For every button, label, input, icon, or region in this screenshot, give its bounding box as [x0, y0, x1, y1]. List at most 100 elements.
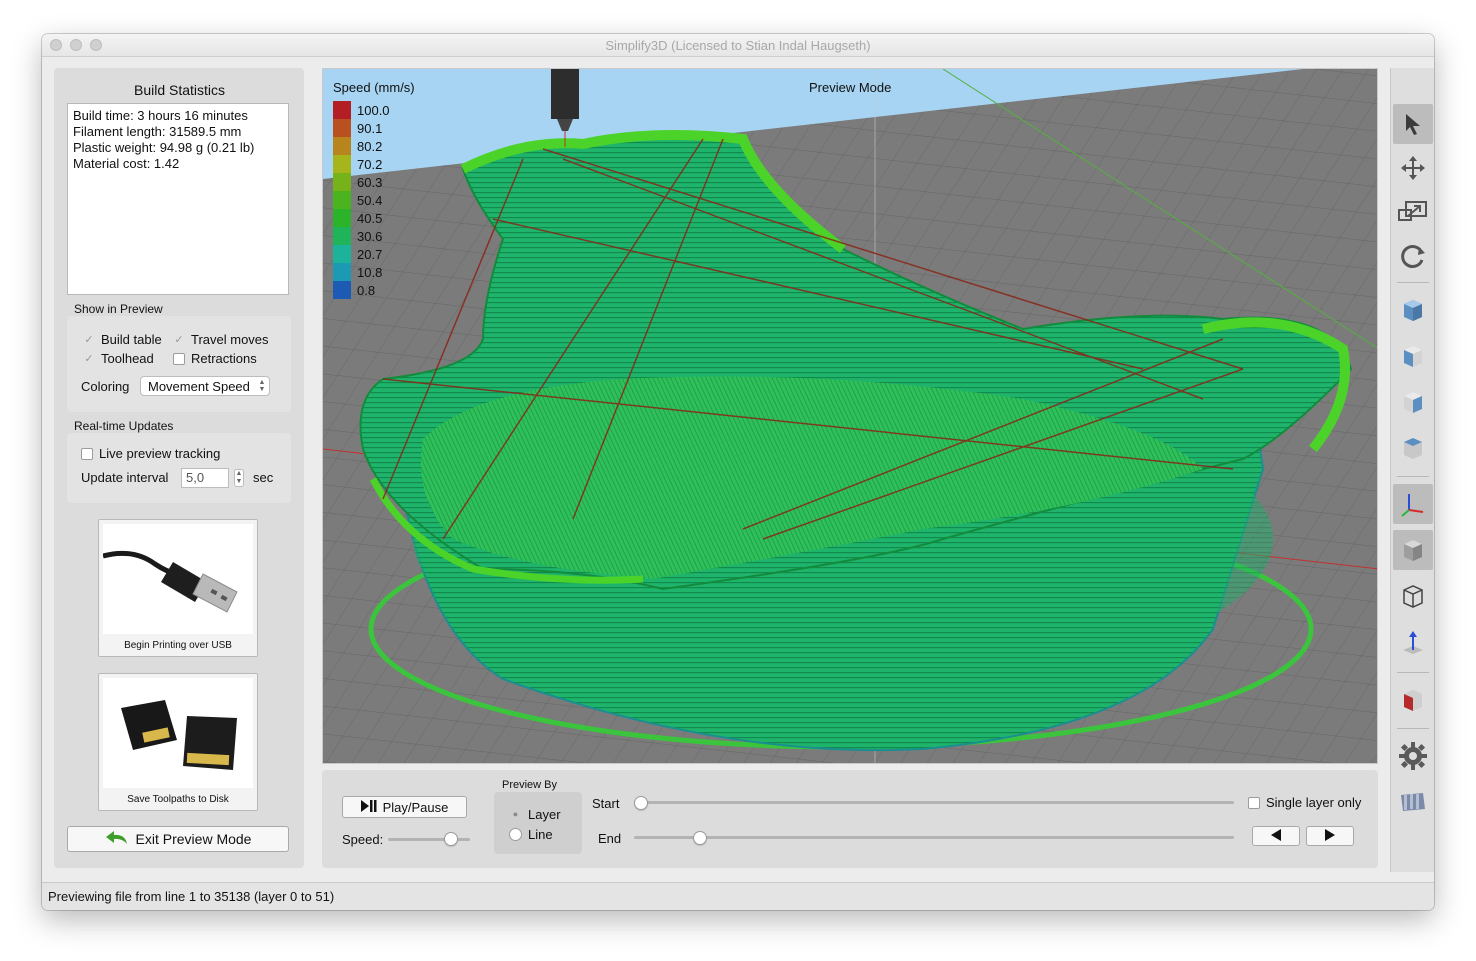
solid-cube-icon[interactable]	[1393, 530, 1433, 570]
update-interval-unit: sec	[253, 470, 274, 485]
coloring-select[interactable]: Movement Speed ▲ ▼	[140, 376, 270, 396]
realtime-updates-title: Real-time Updates	[74, 419, 174, 433]
legend-entry: 50.4	[333, 191, 382, 209]
view-side-icon[interactable]	[1393, 382, 1433, 422]
legend-value: 60.3	[357, 174, 383, 190]
legend-entry: 70.2	[333, 155, 382, 173]
triangle-left-icon	[1270, 828, 1282, 844]
legend-swatch	[333, 137, 351, 155]
radio-circle	[509, 828, 522, 841]
travel-moves-label: Travel moves	[191, 332, 269, 347]
checkmark-icon: ✓	[84, 333, 94, 346]
retractions-label: Retractions	[191, 351, 257, 366]
settings-gear-icon[interactable]	[1393, 736, 1433, 776]
playback-speed-knob[interactable]	[443, 832, 458, 846]
end-layer-track[interactable]	[634, 836, 1234, 839]
update-interval-label: Update interval	[81, 470, 169, 485]
preview-by-group	[494, 792, 582, 854]
build-statistics-title: Build Statistics	[134, 82, 226, 98]
legend-value: 20.7	[357, 246, 383, 262]
line-radio[interactable]: Line	[509, 827, 553, 842]
live-tracking-checkbox[interactable]: Live preview tracking	[81, 446, 220, 461]
legend-swatch	[333, 191, 351, 209]
triangle-right-icon	[1324, 828, 1336, 844]
build-table-checkbox[interactable]: ✓ Build table	[83, 332, 162, 347]
legend-value: 10.8	[357, 264, 383, 280]
window-title: Simplify3D (Licensed to Stian Indal Haug…	[605, 38, 871, 53]
toolhead-checkbox[interactable]: ✓ Toolhead	[83, 351, 153, 366]
scene-canvas	[323, 69, 1377, 763]
start-layer-track[interactable]	[634, 801, 1234, 804]
play-pause-button[interactable]: Play/Pause	[342, 796, 467, 818]
single-layer-label: Single layer only	[1266, 795, 1362, 810]
next-layer-button[interactable]	[1306, 826, 1354, 846]
toolbar-divider	[1397, 282, 1429, 283]
end-layer-knob[interactable]	[692, 831, 707, 845]
interval-stepper[interactable]: ▲ ▼	[234, 469, 244, 487]
legend-swatch	[333, 209, 351, 227]
usb-cable-image	[102, 524, 253, 634]
update-interval-input[interactable]: 5,0	[181, 468, 229, 488]
save-toolpaths-button[interactable]: Save Toolpaths to Disk	[98, 673, 258, 811]
build-statistics-box: Build time: 3 hours 16 minutes Filament …	[67, 103, 289, 295]
layer-radio[interactable]: ● Layer	[509, 807, 561, 822]
exit-preview-label: Exit Preview Mode	[135, 831, 252, 847]
show-in-preview-title: Show in Preview	[74, 302, 163, 316]
live-tracking-label: Live preview tracking	[99, 446, 221, 461]
build-table-icon[interactable]	[1393, 782, 1433, 822]
cross-section-icon[interactable]	[1393, 680, 1433, 720]
exit-preview-button[interactable]: Exit Preview Mode	[67, 826, 289, 852]
legend-entry: 40.5	[333, 209, 382, 227]
move-icon[interactable]	[1393, 148, 1433, 188]
preview-viewport[interactable]: Preview Mode Speed (mm/s) 100.0 90.1 80.2 7…	[322, 68, 1378, 764]
scale-icon[interactable]	[1393, 192, 1433, 232]
checkbox-box	[81, 447, 93, 460]
toolbar-divider	[1397, 728, 1429, 729]
checkbox-box	[1248, 796, 1260, 809]
travel-moves-checkbox[interactable]: ✓ Travel moves	[173, 332, 269, 347]
preview-mode-label: Preview Mode	[809, 80, 892, 95]
previous-layer-button[interactable]	[1252, 826, 1300, 846]
view-front-icon[interactable]	[1393, 336, 1433, 376]
legend-swatch	[333, 245, 351, 263]
view-top-icon[interactable]	[1393, 428, 1433, 468]
stat-plastic-weight: Plastic weight: 94.98 g (0.21 lb)	[73, 140, 255, 155]
checkbox-box	[173, 352, 185, 365]
legend-swatch	[333, 281, 351, 299]
checkmark-icon: ✓	[174, 333, 184, 346]
legend-swatch	[333, 173, 351, 191]
save-toolpaths-caption: Save Toolpaths to Disk	[127, 794, 229, 805]
left-panel: Build Statistics Build time: 3 hours 16 …	[54, 68, 304, 868]
rotate-icon[interactable]	[1393, 236, 1433, 276]
normal-arrow-icon[interactable]	[1393, 622, 1433, 662]
legend-value: 100.0	[357, 102, 390, 118]
playback-panel: Play/Pause Speed: Preview By ● Layer Lin…	[322, 770, 1378, 868]
wireframe-cube-icon[interactable]	[1393, 576, 1433, 616]
legend-entry: 60.3	[333, 173, 382, 191]
retractions-checkbox[interactable]: Retractions	[173, 351, 257, 366]
legend-swatch	[333, 155, 351, 173]
legend-entry: 0.8	[333, 281, 375, 299]
checkmark-icon: ✓	[84, 352, 94, 365]
usb-print-caption: Begin Printing over USB	[124, 640, 232, 651]
legend-entry: 10.8	[333, 263, 382, 281]
legend-swatch	[333, 263, 351, 281]
legend-value: 40.5	[357, 210, 383, 226]
legend-entry: 80.2	[333, 137, 382, 155]
axes-icon[interactable]	[1393, 484, 1433, 524]
start-layer-knob[interactable]	[634, 796, 648, 810]
legend-swatch	[333, 227, 351, 245]
view-isometric-icon[interactable]	[1393, 290, 1433, 330]
layer-radio-label: Layer	[528, 807, 561, 822]
build-table-label: Build table	[101, 332, 162, 347]
legend-value: 70.2	[357, 156, 383, 172]
status-bar: Previewing file from line 1 to 35138 (la…	[42, 882, 1434, 910]
usb-print-button[interactable]: Begin Printing over USB	[98, 519, 258, 657]
updown-chevron-icon: ▲ ▼	[258, 379, 266, 393]
single-layer-checkbox[interactable]: Single layer only	[1248, 795, 1361, 810]
select-arrow-icon[interactable]	[1393, 104, 1433, 144]
back-arrow-icon	[105, 830, 129, 849]
coloring-label: Coloring	[81, 379, 130, 394]
legend-entry: 90.1	[333, 119, 382, 137]
play-pause-label: Play/Pause	[382, 799, 449, 815]
